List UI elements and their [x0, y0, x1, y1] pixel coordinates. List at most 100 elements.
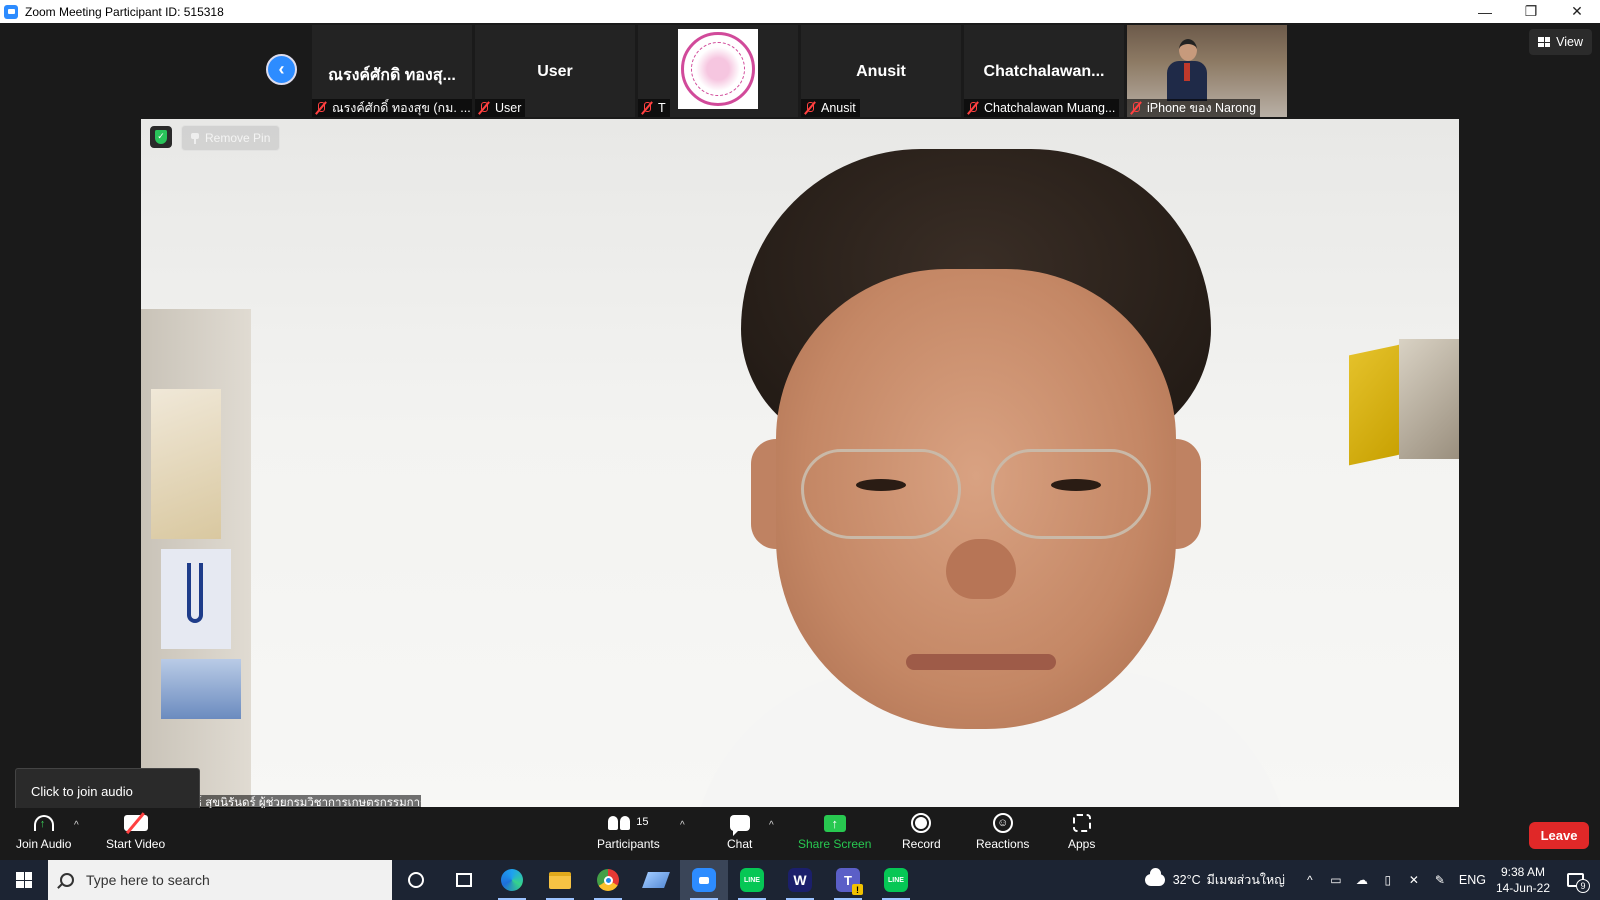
share-screen-button[interactable]: ↑ Share Screen — [798, 812, 871, 851]
tray-overflow-chevron-icon[interactable]: ^ — [1303, 873, 1317, 887]
taskbar-line[interactable]: LINE — [728, 860, 776, 900]
chat-options-caret[interactable]: ^ — [769, 820, 774, 831]
w-app-icon: W — [788, 868, 812, 892]
chat-label: Chat — [727, 837, 753, 851]
taskbar-clock[interactable]: 9:38 AM 14-Jun-22 — [1496, 864, 1550, 896]
participants-options-caret[interactable]: ^ — [680, 820, 685, 831]
taskbar-search-box[interactable]: Type here to search — [48, 860, 392, 900]
participant-tile[interactable]: Anusit Anusit — [801, 25, 961, 117]
taskbar-chrome[interactable] — [584, 860, 632, 900]
remove-pin-button[interactable]: Remove Pin — [181, 125, 281, 151]
folder-icon — [549, 871, 571, 889]
weather-temperature[interactable]: 32°C — [1173, 873, 1201, 887]
start-video-label: Start Video — [106, 837, 166, 851]
mic-muted-icon — [1130, 101, 1142, 115]
search-icon — [60, 873, 74, 887]
chevron-left-icon: ‹ — [278, 59, 285, 79]
participant-tile[interactable]: Chatchalawan... Chatchalawan Muang... — [964, 25, 1124, 117]
zoom-app-icon — [4, 4, 18, 19]
chrome-browser-icon — [597, 869, 619, 891]
speaker-video-feed — [691, 149, 1291, 807]
taskbar-w-app[interactable]: W — [776, 860, 824, 900]
headphones-icon — [33, 815, 54, 831]
pinned-video[interactable] — [141, 119, 1459, 807]
participant-label: iPhone ของ Narong — [1127, 99, 1261, 117]
participant-label: User — [475, 99, 526, 117]
pin-icon — [191, 132, 199, 144]
share-screen-label: Share Screen — [798, 837, 872, 851]
windows-logo-icon — [16, 872, 32, 888]
share-screen-icon: ↑ — [823, 814, 846, 832]
input-language[interactable]: ENG — [1459, 873, 1486, 887]
participant-label: ณรงค์ศักดิ์ ทองสุข (กม. ... — [312, 99, 472, 117]
remove-pin-label: Remove Pin — [205, 131, 271, 145]
minimize-button[interactable]: — — [1462, 0, 1508, 23]
tooltip-text: Click to join audio — [31, 784, 133, 799]
apps-icon — [1072, 814, 1091, 832]
tray-device-icon[interactable]: ▭ — [1329, 873, 1343, 887]
teams-app-icon: T — [836, 868, 863, 895]
audio-options-caret[interactable]: ^ — [74, 820, 79, 831]
network-icon[interactable]: ▯ — [1381, 873, 1395, 887]
grid-view-icon — [1538, 37, 1551, 47]
taskbar-line-2[interactable]: LINE — [872, 860, 920, 900]
participant-label-text: ณรงค์ศักดิ์ ทองสุข (กม. ... — [332, 101, 471, 115]
task-view-button[interactable] — [440, 860, 488, 900]
participants-button[interactable]: 15 Participants — [597, 812, 660, 851]
view-button[interactable]: View — [1529, 29, 1592, 55]
background-wall-art — [141, 309, 251, 807]
participants-count: 15 — [636, 816, 649, 828]
participant-tile[interactable]: User User — [475, 25, 635, 117]
zoom-app-icon — [692, 868, 716, 892]
participant-tile-video[interactable]: iPhone ของ Narong — [1127, 25, 1287, 117]
cortana-button[interactable] — [392, 860, 440, 900]
encryption-shield-icon[interactable]: ✓ — [150, 126, 172, 148]
onedrive-cloud-icon[interactable]: ☁ — [1355, 873, 1369, 887]
participant-label: T — [638, 99, 670, 117]
clock-date: 14-Jun-22 — [1495, 881, 1550, 895]
leave-button[interactable]: Leave — [1529, 822, 1589, 849]
record-button[interactable]: Record — [902, 812, 941, 851]
taskbar-zoom[interactable] — [680, 860, 728, 900]
weather-cloud-icon[interactable] — [1144, 868, 1165, 886]
taskbar-pen-app[interactable] — [632, 860, 680, 900]
video-off-icon — [123, 815, 148, 831]
chat-button[interactable]: Chat — [727, 812, 752, 851]
apps-button[interactable]: Apps — [1068, 812, 1095, 851]
window-title: Zoom Meeting Participant ID: 515318 — [25, 4, 224, 19]
cortana-circle-icon — [408, 872, 424, 888]
start-video-button[interactable]: Start Video — [106, 812, 165, 851]
mic-muted-icon — [315, 101, 327, 115]
reactions-label: Reactions — [976, 837, 1030, 851]
meeting-area: ‹ ณรงค์ศักดิ ทองสุ... ณรงค์ศักดิ์ ทองสุข… — [0, 23, 1600, 821]
start-button[interactable] — [0, 860, 48, 900]
participant-display-name: ณรงค์ศักดิ ทองสุ... — [328, 67, 456, 84]
participants-icon: 15 — [608, 816, 648, 830]
mic-muted-icon — [804, 101, 816, 115]
apps-label: Apps — [1068, 837, 1096, 851]
pen-app-icon — [642, 872, 670, 888]
line-app-icon: LINE — [884, 868, 908, 892]
participant-label-text: Chatchalawan Muang... — [984, 101, 1116, 115]
smiley-icon: ☺ — [992, 813, 1013, 833]
notification-center-button[interactable]: 9 — [1562, 869, 1590, 893]
join-audio-button[interactable]: Join Audio — [16, 812, 71, 851]
reactions-button[interactable]: ☺ Reactions — [976, 812, 1029, 851]
taskbar-teams[interactable]: T — [824, 860, 872, 900]
volume-muted-icon[interactable]: ✕ — [1407, 873, 1421, 887]
pen-workspace-icon[interactable]: ✎ — [1433, 873, 1447, 887]
system-tray: 32°C มีเมฆส่วนใหญ่ ^ ▭ ☁ ▯ ✕ ✎ ENG 9:38 … — [1144, 860, 1600, 900]
participant-tile[interactable]: T — [638, 25, 798, 117]
record-icon — [911, 813, 932, 833]
join-audio-label: Join Audio — [16, 837, 72, 851]
taskbar-edge[interactable] — [488, 860, 536, 900]
weather-text[interactable]: มีเมฆส่วนใหญ่ — [1207, 870, 1285, 890]
participant-tile[interactable]: ณรงค์ศักดิ ทองสุ... ณรงค์ศักดิ์ ทองสุข (… — [312, 25, 472, 117]
strip-prev-button[interactable]: ‹ — [266, 54, 297, 85]
close-button[interactable]: ✕ — [1554, 0, 1600, 23]
search-placeholder: Type here to search — [86, 872, 210, 888]
taskbar-file-explorer[interactable] — [536, 860, 584, 900]
restore-button[interactable]: ❐ — [1508, 0, 1554, 23]
participant-label: Chatchalawan Muang... — [964, 99, 1120, 117]
mic-muted-icon — [478, 101, 490, 115]
